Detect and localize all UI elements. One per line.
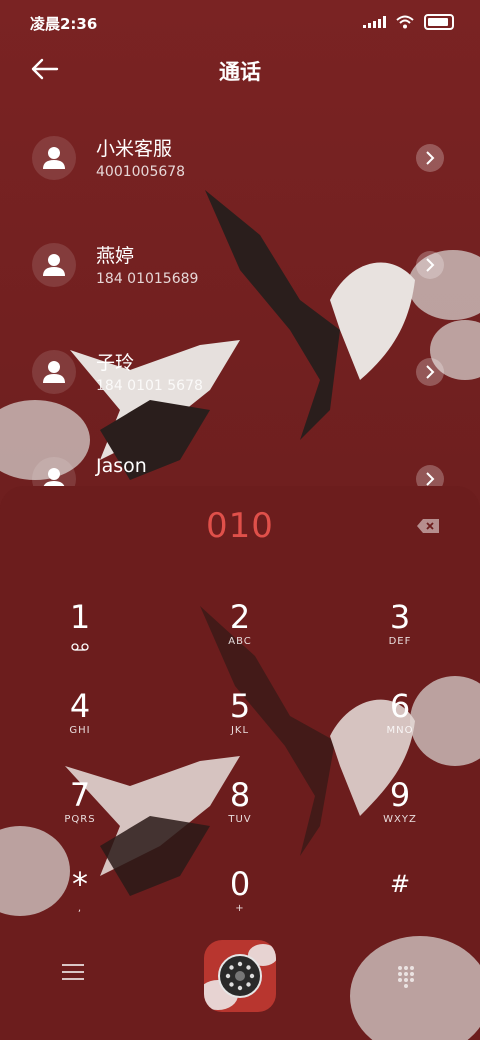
key-digit: 0 [229, 865, 251, 903]
key-digit: 4 [69, 687, 91, 725]
contact-list: 小米客服 4001005678 燕婷 184 01015689 子玲 184 0… [0, 118, 480, 486]
key-letters: , [77, 903, 83, 914]
dialed-number: 010 [206, 506, 274, 546]
key-letters: JKL [230, 725, 250, 736]
contact-number: 4001005678 [96, 164, 186, 180]
contact-row[interactable]: 子玲 184 0101 5678 [0, 332, 480, 422]
call-icon [218, 954, 262, 998]
contact-name: Jason [96, 455, 147, 477]
key-letters: WXYZ [383, 814, 417, 825]
key-letters: PQRS [64, 814, 96, 825]
key-3[interactable]: 3 DEF [340, 598, 460, 682]
key-digit: # [389, 870, 411, 898]
key-5[interactable]: 5 JKL [180, 687, 300, 771]
key-8[interactable]: 8 TUV [180, 776, 300, 860]
wifi-icon [396, 15, 414, 29]
key-2[interactable]: 2 ABC [180, 598, 300, 682]
key-9[interactable]: 9 WXYZ [340, 776, 460, 860]
contact-number: 184 0101 5678 [96, 378, 203, 394]
contact-number: 184 01015689 [96, 271, 199, 287]
key-digit: * [72, 865, 88, 903]
person-icon [43, 147, 65, 169]
contact-name: 子玲 [96, 352, 135, 374]
menu-icon[interactable] [62, 964, 84, 982]
chevron-right-icon [426, 151, 435, 165]
key-digit: 6 [389, 687, 411, 725]
dialer-panel: 010 1 2 ABC 3 DEF 4 GHI 5 JKL 6 MNO 7 PQ… [0, 486, 480, 1040]
key-letters: DEF [388, 636, 412, 647]
key-1[interactable]: 1 [20, 598, 140, 682]
avatar [32, 457, 76, 486]
key-digit: 2 [229, 598, 251, 636]
key-letters: GHI [69, 725, 91, 736]
rotary-dial-icon [225, 961, 255, 991]
contact-name: 燕婷 [96, 245, 135, 267]
avatar [32, 243, 76, 287]
contact-row[interactable]: Jason [0, 439, 480, 486]
key-hash[interactable]: # [340, 865, 460, 949]
key-letters: TUV [228, 814, 252, 825]
header: 通话 [0, 44, 480, 96]
key-digit: 1 [69, 598, 91, 636]
chevron-right-icon [426, 472, 435, 486]
key-6[interactable]: 6 MNO [340, 687, 460, 771]
key-digit: 3 [389, 598, 411, 636]
contact-row[interactable]: 小米客服 4001005678 [0, 118, 480, 208]
contact-detail-button[interactable] [416, 465, 444, 486]
voicemail-icon [71, 643, 89, 651]
contact-detail-button[interactable] [416, 358, 444, 386]
person-icon [43, 254, 65, 276]
contact-name: 小米客服 [96, 138, 173, 160]
key-4[interactable]: 4 GHI [20, 687, 140, 771]
key-digit: 8 [229, 776, 251, 814]
call-button[interactable] [204, 940, 276, 1012]
contact-row[interactable]: 燕婷 184 01015689 [0, 225, 480, 315]
key-letters: MNO [386, 725, 414, 736]
status-bar: 凌晨2:36 [0, 0, 480, 44]
contact-detail-button[interactable] [416, 144, 444, 172]
status-icons [363, 14, 454, 30]
key-digit: 7 [69, 776, 91, 814]
avatar [32, 136, 76, 180]
status-time: 凌晨2:36 [30, 15, 98, 33]
chevron-right-icon [426, 365, 435, 379]
chevron-right-icon [426, 258, 435, 272]
backspace-icon[interactable] [416, 518, 440, 534]
avatar [32, 350, 76, 394]
contact-detail-button[interactable] [416, 251, 444, 279]
key-star[interactable]: * , [20, 865, 140, 949]
person-icon [43, 468, 65, 486]
key-letters: ABC [228, 636, 252, 647]
key-0[interactable]: 0 + [180, 865, 300, 949]
page-title: 通话 [219, 60, 261, 84]
keypad-icon[interactable] [396, 964, 416, 988]
key-7[interactable]: 7 PQRS [20, 776, 140, 860]
signal-icon [363, 16, 386, 28]
battery-icon [424, 14, 454, 30]
key-letters: + [235, 903, 245, 914]
key-digit: 9 [389, 776, 411, 814]
key-digit: 5 [229, 687, 251, 725]
person-icon [43, 361, 65, 383]
